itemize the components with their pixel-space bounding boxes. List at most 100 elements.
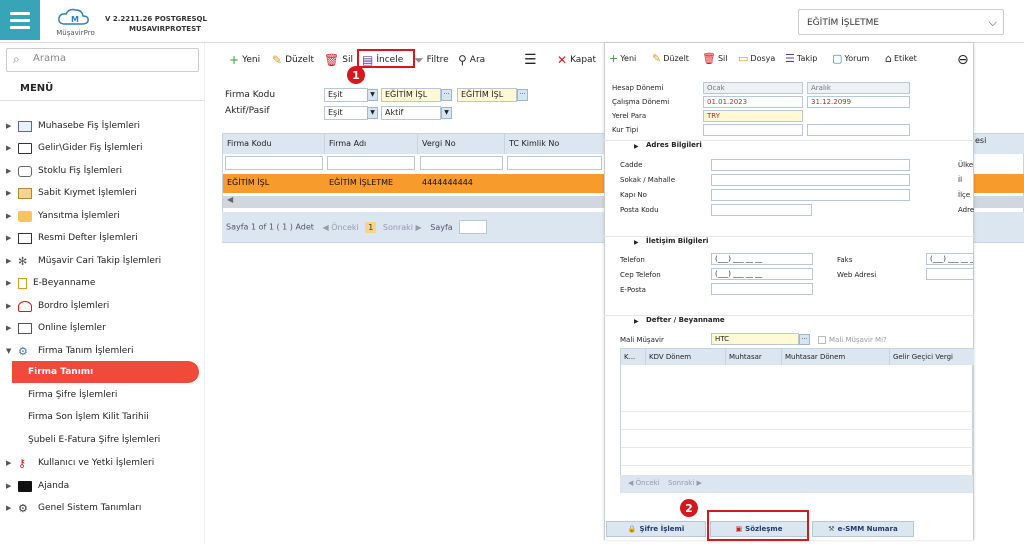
currency-field[interactable]: TRY bbox=[703, 110, 803, 122]
grid-filter-input[interactable] bbox=[225, 156, 323, 170]
pager-current-page[interactable]: 1 bbox=[365, 221, 377, 233]
tab-esmm-numara[interactable]: ⚒ e-SMM Numara bbox=[812, 521, 914, 537]
ellipsis-icon[interactable]: ··· bbox=[799, 334, 810, 345]
search-button[interactable]: ⚲ Ara bbox=[458, 52, 485, 68]
cadde-field[interactable] bbox=[711, 159, 910, 171]
ellipsis-icon[interactable]: ··· bbox=[517, 89, 528, 101]
grid-filter-input[interactable] bbox=[507, 156, 602, 170]
pencil-icon: ✎ bbox=[272, 53, 283, 67]
panel-tag-button[interactable]: ⌂ Etiket bbox=[885, 52, 917, 65]
tab-sifre-islemi[interactable]: 🔒 Şifre İşlemi bbox=[606, 521, 706, 537]
hesap-donemi-start[interactable]: Ocak bbox=[703, 82, 803, 94]
mali-musavir-field[interactable]: HTC bbox=[711, 333, 799, 345]
chevron-down-icon[interactable]: ▼ bbox=[441, 107, 452, 119]
pager-next-button[interactable]: Sonraki ▶ bbox=[383, 223, 422, 232]
faks-field[interactable]: (___) ___ __ __ bbox=[926, 253, 974, 265]
sidebar-item-yansitma[interactable]: ▶ Yansıtma İşlemleri bbox=[6, 207, 120, 225]
sidebar-subitem-kilit-tarihi[interactable]: Firma Son İşlem Kilit Tarihii bbox=[28, 412, 149, 422]
iletisim-section[interactable]: ▶ İletişim Bilgileri bbox=[604, 236, 974, 247]
e-posta-field[interactable] bbox=[711, 283, 813, 295]
table-header[interactable]: KDV Dönem bbox=[646, 349, 726, 365]
filter-button[interactable]: ⏷ Filtre bbox=[414, 52, 449, 68]
firma-kodu-value[interactable]: EĞİTİM İŞL bbox=[381, 88, 441, 102]
sokak-field[interactable] bbox=[711, 174, 910, 186]
sidebar-item-online[interactable]: ▶ Online İşlemler bbox=[6, 319, 106, 337]
aktif-operator[interactable]: Eşit bbox=[324, 106, 368, 120]
cell-vergi-no: 4444444444 bbox=[422, 178, 473, 187]
sidebar-item-musavir-cari[interactable]: ▶ ✻ Müşavir Cari Takip İşlemleri bbox=[6, 252, 161, 270]
panel-delete-button[interactable]: 🗑 Sil bbox=[702, 52, 728, 65]
table-row bbox=[621, 429, 973, 430]
hesap-donemi-end[interactable]: Aralık bbox=[807, 82, 910, 94]
sidebar-subitem-subeli-efatura[interactable]: Şubeli E-Fatura Şifre İşlemleri bbox=[28, 435, 160, 445]
hamburger-menu-button[interactable] bbox=[0, 0, 40, 40]
page-number-input[interactable] bbox=[459, 220, 488, 234]
company-select[interactable]: EĞİTİM İŞLETME ⌵ bbox=[798, 9, 1004, 35]
panel-comment-label: Yorum bbox=[844, 54, 870, 63]
sidebar-subitem-firma-sifre[interactable]: Firma Şifre İşlemleri bbox=[28, 390, 117, 400]
sidebar-item-genel-sistem[interactable]: ▶ ⚙ Genel Sistem Tanımları bbox=[6, 499, 141, 517]
kapi-no-field[interactable] bbox=[711, 189, 910, 201]
edit-button[interactable]: ✎ Düzelt bbox=[272, 52, 314, 68]
panel-pager-next-button[interactable]: Sonraki ▶ bbox=[668, 479, 702, 487]
delete-button[interactable]: 🗑 Sil bbox=[324, 52, 353, 68]
mali-musavir-mi-checkbox[interactable]: Mali Müşavir Mi? bbox=[818, 336, 887, 344]
grid-header-vergi-no[interactable]: Vergi No bbox=[418, 134, 505, 154]
panel-comment-button[interactable]: ▢ Yorum bbox=[832, 52, 869, 65]
sidebar-item-muhasebe[interactable]: ▶ Muhasebe Fiş İşlemleri bbox=[6, 117, 140, 135]
web-field[interactable] bbox=[926, 268, 974, 280]
close-button[interactable]: ✕ Kapat bbox=[557, 52, 596, 68]
posta-kodu-field[interactable] bbox=[711, 204, 812, 216]
table-header[interactable]: Muhtasar bbox=[726, 349, 782, 365]
sidebar-item-resmi-defter[interactable]: ▶ Resmi Defter İşlemleri bbox=[6, 229, 138, 247]
sidebar-subitem-firma-tanimi[interactable]: Firma Tanımı bbox=[12, 361, 199, 383]
panel-file-button[interactable]: ▭ Dosya bbox=[738, 52, 775, 65]
sidebar-item-stoklu[interactable]: ▶ Stoklu Fiş İşlemleri bbox=[6, 162, 122, 180]
ellipsis-icon[interactable]: ··· bbox=[441, 89, 452, 101]
sidebar-item-gelir-gider[interactable]: ▶ Gelir\Gider Fiş İşlemleri bbox=[6, 139, 143, 157]
sidebar-item-e-beyanname[interactable]: ▶ E-Beyanname bbox=[6, 274, 95, 292]
grid-header-firma-adi[interactable]: Firma Adı bbox=[325, 134, 418, 154]
defter-section[interactable]: ▶ Defter / Beyanname bbox=[604, 315, 974, 326]
aktif-value[interactable]: Aktif bbox=[381, 106, 441, 120]
grid-header-tc-kimlik[interactable]: TC Kimlik No bbox=[505, 134, 605, 154]
cep-telefon-field[interactable]: (___) ___ __ __ bbox=[711, 268, 813, 280]
kur-tipi-field[interactable] bbox=[703, 124, 803, 136]
sidebar-item-firma-tanim[interactable]: ▼ ⚙ Firma Tanım İşlemleri bbox=[6, 342, 133, 360]
chevron-down-icon[interactable]: ▼ bbox=[367, 89, 378, 101]
chevron-right-icon: ▶ bbox=[6, 122, 12, 130]
firma-kodu-value-2[interactable]: EĞİTİM İŞL bbox=[457, 88, 517, 102]
table-header[interactable]: Muhtasar Dönem bbox=[782, 349, 890, 365]
grid-filter-input[interactable] bbox=[327, 156, 415, 170]
panel-edit-button[interactable]: ✎ Düzelt bbox=[652, 52, 689, 65]
sidebar-item-sabit-kiymet[interactable]: ▶ Sabit Kıymet İşlemleri bbox=[6, 184, 137, 202]
chevron-right-icon: ▶ bbox=[6, 189, 12, 197]
start-date-field[interactable]: 01.01.2023 bbox=[703, 96, 803, 108]
users-icon: ✻ bbox=[18, 254, 28, 268]
pager-prev-button[interactable]: ◀ Önceki bbox=[322, 223, 358, 232]
adres-section[interactable]: ▶ Adres Bilgileri bbox=[604, 140, 974, 151]
search-input[interactable]: ⌕ Arama bbox=[6, 48, 199, 72]
scroll-left-icon[interactable]: ◀ bbox=[227, 195, 233, 204]
firma-kodu-operator[interactable]: Eşit bbox=[324, 88, 368, 102]
cloud-logo-icon: M bbox=[58, 8, 89, 25]
new-button[interactable]: + Yeni bbox=[229, 52, 260, 68]
table-header[interactable]: Gelir Geçici Vergi bbox=[890, 349, 974, 365]
sidebar-item-bordro[interactable]: ▶ Bordro İşlemleri bbox=[6, 297, 109, 315]
sidebar-item-ajanda[interactable]: ▶ Ajanda bbox=[6, 477, 69, 495]
chevron-down-icon[interactable]: ▼ bbox=[367, 107, 378, 119]
panel-delete-label: Sil bbox=[717, 54, 728, 63]
panel-track-button[interactable]: ☰ Takip bbox=[785, 52, 817, 65]
kur-tipi-field-2[interactable] bbox=[807, 124, 910, 136]
end-date-field[interactable]: 31.12.2099 bbox=[807, 96, 910, 108]
panel-new-button[interactable]: + Yeni bbox=[609, 52, 636, 65]
back-arrow-icon[interactable]: ⊖ bbox=[957, 52, 969, 68]
grid-header-firma-kodu[interactable]: Firma Kodu bbox=[223, 134, 325, 154]
sidebar-item-kullanici[interactable]: ▶ ⚷ Kullanıcı ve Yetki İşlemleri bbox=[6, 454, 154, 472]
filter-label: Filtre bbox=[426, 55, 449, 65]
grid-filter-input[interactable] bbox=[420, 156, 503, 170]
table-header[interactable]: K... bbox=[621, 349, 646, 365]
panel-pager-prev-button[interactable]: ◀ Önceki bbox=[628, 479, 660, 487]
telefon-field[interactable]: (___) ___ __ __ bbox=[711, 253, 813, 265]
menu-lines-icon[interactable]: ☰ bbox=[524, 52, 537, 68]
